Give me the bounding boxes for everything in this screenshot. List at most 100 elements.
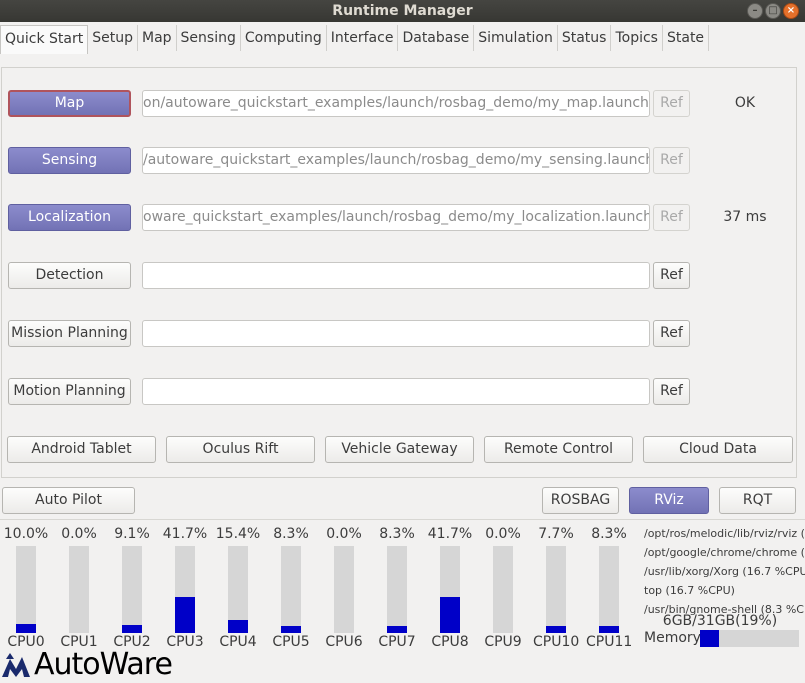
memory-usage-text: 6GB/31GB(19%) — [662, 613, 778, 629]
cpu-percent: 0.0% — [485, 526, 521, 542]
auto-pilot-button[interactable]: Auto Pilot — [2, 487, 135, 514]
cpu-column: 9.1% CPU2 — [109, 526, 155, 650]
title-bar: Runtime Manager – □ × — [0, 0, 805, 22]
cpu-name: CPU4 — [219, 634, 257, 650]
cpu-column: 41.7% CPU8 — [427, 526, 473, 650]
cpu-percent: 8.3% — [379, 526, 415, 542]
tab-database[interactable]: Database — [398, 25, 475, 51]
map-ref-button[interactable]: Ref — [653, 90, 690, 117]
detection-path-field[interactable] — [142, 262, 650, 289]
cpu-name: CPU7 — [378, 634, 416, 650]
cpu-name: CPU5 — [272, 634, 310, 650]
mission-planning-button[interactable]: Mission Planning — [8, 320, 131, 347]
quick-start-panel: Map on/autoware_quickstart_examples/laun… — [1, 67, 797, 478]
cpu-name: CPU8 — [431, 634, 469, 650]
map-path-field[interactable]: on/autoware_quickstart_examples/launch/r… — [142, 90, 650, 117]
vehicle-gateway-button[interactable]: Vehicle Gateway — [325, 436, 474, 463]
tab-state[interactable]: State — [663, 25, 710, 51]
cpu-bar-fill — [122, 625, 142, 633]
main-window: Quick Start Setup Map Sensing Computing … — [0, 22, 805, 683]
cpu-bar — [334, 546, 354, 633]
tab-simulation[interactable]: Simulation — [474, 25, 558, 51]
cpu-bar — [122, 546, 142, 633]
tab-setup[interactable]: Setup — [88, 25, 138, 51]
cpu-bar — [440, 546, 460, 633]
rviz-button[interactable]: RViz — [629, 487, 709, 514]
process-item: /usr/lib/xorg/Xorg (16.7 %CPU) — [644, 565, 805, 578]
cpu-percent: 0.0% — [61, 526, 97, 542]
sensing-button[interactable]: Sensing — [8, 147, 131, 174]
cpu-bar — [175, 546, 195, 633]
cpu-percent: 15.4% — [215, 526, 261, 542]
cpu-percent: 9.1% — [114, 526, 150, 542]
localization-path-field[interactable]: oware_quickstart_examples/launch/rosbag_… — [142, 204, 650, 231]
cpu-bar — [387, 546, 407, 633]
process-list: /opt/ros/melodic/lib/rviz/rviz (50. /opt… — [644, 524, 805, 619]
cpu-bar — [493, 546, 513, 633]
cpu-column: 8.3% CPU5 — [268, 526, 314, 650]
cpu-bar — [281, 546, 301, 633]
tab-status[interactable]: Status — [558, 25, 612, 51]
sensing-path-field[interactable]: /autoware_quickstart_examples/launch/ros… — [142, 147, 650, 174]
localization-status: 37 ms — [723, 209, 767, 225]
tab-sensing[interactable]: Sensing — [177, 25, 241, 51]
autoware-logo-text: AutoWare — [34, 646, 173, 682]
cloud-data-button[interactable]: Cloud Data — [643, 436, 793, 463]
cpu-percent: 41.7% — [427, 526, 473, 542]
motion-planning-path-field[interactable] — [142, 378, 650, 405]
detection-ref-button[interactable]: Ref — [653, 262, 690, 289]
cpu-percent: 7.7% — [538, 526, 574, 542]
tab-bar: Quick Start Setup Map Sensing Computing … — [0, 25, 710, 54]
close-icon[interactable]: × — [783, 3, 799, 19]
map-button[interactable]: Map — [8, 90, 131, 117]
cpu-bar-fill — [16, 624, 36, 633]
memory-bar — [700, 630, 799, 647]
cpu-column: 15.4% CPU4 — [215, 526, 261, 650]
mission-planning-path-field[interactable] — [142, 320, 650, 347]
cpu-column: 0.0% CPU1 — [56, 526, 102, 650]
cpu-column: 41.7% CPU3 — [162, 526, 208, 650]
motion-planning-button[interactable]: Motion Planning — [8, 378, 131, 405]
cpu-bar — [228, 546, 248, 633]
memory-bar-fill — [700, 630, 719, 647]
cpu-bar-fill — [175, 597, 195, 633]
tab-computing[interactable]: Computing — [241, 25, 327, 51]
cpu-column: 8.3% CPU7 — [374, 526, 420, 650]
mission-planning-ref-button[interactable]: Ref — [653, 320, 690, 347]
cpu-name: CPU6 — [325, 634, 363, 650]
maximize-icon[interactable]: □ — [765, 3, 781, 19]
tab-topics[interactable]: Topics — [611, 25, 663, 51]
cpu-column: 8.3% CPU11 — [586, 526, 632, 650]
cpu-column: 0.0% CPU6 — [321, 526, 367, 650]
rosbag-button[interactable]: ROSBAG — [542, 487, 619, 514]
cpu-column: 0.0% CPU9 — [480, 526, 526, 650]
cpu-bar-fill — [440, 597, 460, 633]
cpu-name: CPU9 — [484, 634, 522, 650]
map-status: OK — [734, 95, 756, 111]
cpu-percent: 41.7% — [162, 526, 208, 542]
process-item: /opt/google/chrome/chrome (33. — [644, 546, 805, 559]
process-item: top (16.7 %CPU) — [644, 584, 735, 597]
cpu-column: 7.7% CPU10 — [533, 526, 579, 650]
cpu-bar-fill — [228, 620, 248, 633]
localization-button[interactable]: Localization — [8, 204, 131, 231]
minimize-icon[interactable]: – — [747, 3, 763, 19]
localization-ref-button[interactable]: Ref — [653, 204, 690, 231]
cpu-bar-fill — [599, 626, 619, 633]
cpu-percent: 10.0% — [3, 526, 49, 542]
motion-planning-ref-button[interactable]: Ref — [653, 378, 690, 405]
cpu-bar-fill — [387, 626, 407, 633]
rqt-button[interactable]: RQT — [719, 487, 796, 514]
window-controls: – □ × — [747, 3, 799, 19]
android-tablet-button[interactable]: Android Tablet — [7, 436, 156, 463]
cpu-name: CPU11 — [586, 634, 633, 650]
oculus-rift-button[interactable]: Oculus Rift — [166, 436, 315, 463]
cpu-percent: 8.3% — [273, 526, 309, 542]
tab-map[interactable]: Map — [138, 25, 177, 51]
sensing-ref-button[interactable]: Ref — [653, 147, 690, 174]
tab-quick-start[interactable]: Quick Start — [0, 25, 89, 54]
detection-button[interactable]: Detection — [8, 262, 131, 289]
process-item: /opt/ros/melodic/lib/rviz/rviz (50. — [644, 527, 805, 540]
remote-control-button[interactable]: Remote Control — [484, 436, 633, 463]
tab-interface[interactable]: Interface — [327, 25, 399, 51]
